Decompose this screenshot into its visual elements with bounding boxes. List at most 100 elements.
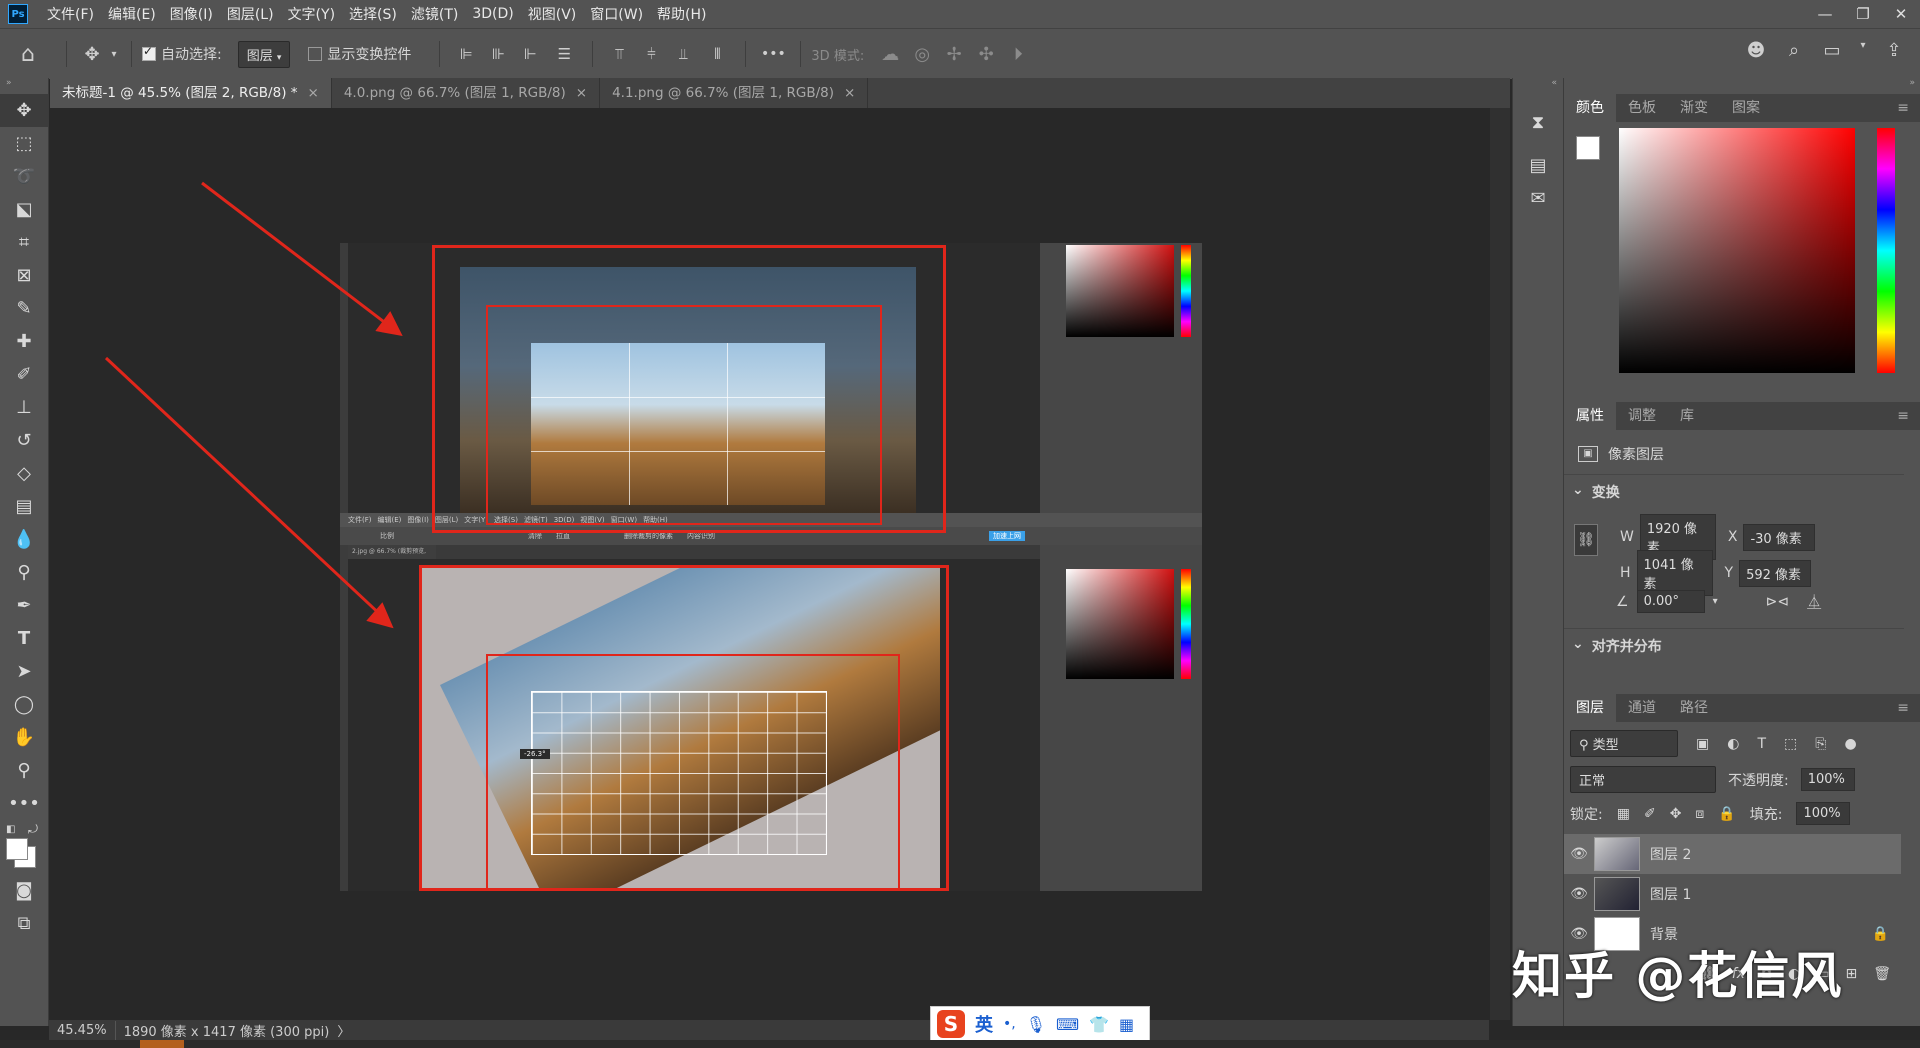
tab-swatches[interactable]: 色板	[1616, 94, 1668, 122]
notes-icon[interactable]: ✉	[1513, 182, 1563, 215]
fill-input[interactable]: 100%	[1796, 802, 1851, 825]
watermark: 知乎 @花信风	[1512, 947, 1844, 1005]
lock-row: 锁定: ▦ ✐ ✥ ⧈ 🔒 填充: 100%	[1570, 802, 1851, 825]
status-bar: 45.45% 1890 像素 x 1417 像素 (300 ppi) 〉	[49, 1020, 1489, 1040]
x-input[interactable]: -30 像素	[1743, 523, 1816, 551]
properties-panel-tabs: 属性 调整 库 ≡	[1564, 402, 1920, 430]
layer-filter-row: ⚲ 类型 ▣ ◐ T ⬚ ⎘ ●	[1570, 730, 1857, 757]
taskbar-edge	[0, 1040, 1920, 1048]
lock-icon: 🔒	[1871, 926, 1889, 942]
sogou-logo-icon[interactable]: S	[937, 1010, 965, 1038]
angle-row: ∠ 0.00° ▾ ⊳⊲ ⏅	[1616, 590, 1821, 613]
layer-kind-row: ▣ 像素图层	[1578, 444, 1664, 464]
filter-pixel-icon[interactable]: ▣	[1696, 736, 1709, 752]
layer-thumbnail	[1594, 837, 1640, 871]
lock-artboard-icon[interactable]: ⧈	[1695, 806, 1704, 822]
tab-color[interactable]: 颜色	[1564, 94, 1616, 122]
tab-paths[interactable]: 路径	[1668, 694, 1720, 722]
new-layer-icon[interactable]: ⊞	[1845, 966, 1857, 982]
layer-row[interactable]: 👁 图层 2	[1564, 834, 1901, 874]
eye-icon[interactable]: 👁	[1564, 846, 1594, 862]
layer-thumbnail	[1594, 877, 1640, 911]
opacity-label: 不透明度:	[1728, 772, 1789, 789]
lock-transparent-icon[interactable]: ▦	[1617, 806, 1630, 822]
divider	[1564, 474, 1904, 475]
arrow-line	[201, 181, 393, 330]
flip-horizontal-icon[interactable]: ⊳⊲	[1766, 594, 1789, 610]
link-icon[interactable]: ⛓	[1574, 524, 1598, 556]
hue-slider[interactable]	[1877, 128, 1895, 373]
keyboard-icon[interactable]: ⌨	[1056, 1015, 1079, 1034]
trash-icon[interactable]: 🗑	[1873, 966, 1891, 982]
opacity-input[interactable]: 100%	[1800, 768, 1855, 791]
lock-all-icon[interactable]: 🔒	[1718, 806, 1735, 822]
pixel-layer-icon: ▣	[1578, 446, 1598, 462]
filter-type-icon[interactable]: T	[1757, 736, 1766, 752]
panel-menu-icon[interactable]: ≡	[1885, 402, 1920, 430]
transform-section-header[interactable]: ⌄ 变换	[1572, 482, 1620, 502]
tab-libraries[interactable]: 库	[1668, 402, 1706, 430]
ime-lang[interactable]: 英	[975, 1011, 993, 1037]
properties-icon[interactable]: ▤	[1513, 149, 1563, 182]
tab-layers[interactable]: 图层	[1564, 694, 1616, 722]
arrow-head	[375, 311, 403, 337]
skin-icon[interactable]: 👕	[1089, 1015, 1109, 1034]
filter-kind-dropdown[interactable]: ⚲ 类型	[1570, 730, 1678, 757]
filter-toggle-icon[interactable]: ●	[1844, 736, 1856, 752]
tab-patterns[interactable]: 图案	[1720, 94, 1772, 122]
color-panel-tabs: 颜色 色板 渐变 图案 ≡	[1564, 94, 1920, 122]
color-panel	[1564, 122, 1920, 402]
flip-vertical-icon[interactable]: ⏅	[1807, 592, 1821, 612]
collapse-icon[interactable]: »	[1564, 78, 1920, 94]
lock-paint-icon[interactable]: ✐	[1644, 806, 1656, 822]
chevron-down-icon: ⌄	[1572, 636, 1584, 652]
align-title: 对齐并分布	[1591, 639, 1662, 655]
right-dock: » 颜色 色板 渐变 图案 ≡ 属性 调整 库 ≡ ▣ 像素图层 ⌄ 变换 ⛓ …	[1563, 78, 1920, 1026]
layers-panel-tabs: 图层 通道 路径 ≡	[1564, 694, 1920, 722]
ime-punct[interactable]: •,	[1003, 1016, 1016, 1032]
filter-shape-icon[interactable]: ⬚	[1784, 736, 1797, 752]
color-field[interactable]	[1619, 128, 1855, 373]
angle-icon: ∠	[1616, 593, 1629, 610]
document-info: 1890 像素 x 1417 像素 (300 ppi)	[114, 1020, 338, 1040]
layer-row[interactable]: 👁 图层 1	[1564, 874, 1901, 914]
ime-toolbar: S 英 •, 🎙 ⌨ 👕 ▦	[930, 1006, 1150, 1042]
search-icon: ⚲	[1579, 738, 1589, 753]
filter-adjustment-icon[interactable]: ◐	[1727, 736, 1739, 752]
panel-icon-strip: « ⧗ ▤ ✉	[1512, 78, 1563, 1026]
chevron-down-icon[interactable]: ▾	[1713, 596, 1718, 607]
align-section-header[interactable]: ⌄ 对齐并分布	[1572, 636, 1662, 656]
layer-name: 图层 2	[1650, 847, 1692, 863]
filter-smart-object-icon[interactable]: ⎘	[1815, 736, 1826, 752]
arrow-line	[104, 356, 386, 620]
layer-name: 图层 1	[1650, 887, 1692, 903]
tab-properties[interactable]: 属性	[1564, 402, 1616, 430]
status-menu-arrow-icon[interactable]: 〉	[337, 1021, 350, 1040]
lock-label: 锁定:	[1570, 806, 1603, 823]
divider	[1564, 628, 1904, 629]
chevron-down-icon: ⌄	[1572, 482, 1584, 498]
toolbox-icon[interactable]: ▦	[1119, 1015, 1134, 1034]
blend-mode-dropdown[interactable]: 正常	[1570, 766, 1716, 793]
microphone-icon[interactable]: 🎙	[1026, 1015, 1046, 1034]
history-icon[interactable]: ⧗	[1513, 106, 1563, 139]
lock-position-icon[interactable]: ✥	[1670, 806, 1682, 822]
eye-icon[interactable]: 👁	[1564, 886, 1594, 902]
properties-panel: ▣ 像素图层 ⌄ 变换 ⛓ W 1920 像素 X -30 像素 H 1041 …	[1564, 430, 1920, 658]
zoom-level[interactable]: 45.45%	[49, 1023, 115, 1038]
fill-label: 填充:	[1749, 806, 1783, 823]
y-label: Y	[1724, 565, 1734, 581]
tab-gradients[interactable]: 渐变	[1668, 94, 1720, 122]
angle-input[interactable]: 0.00°	[1636, 590, 1705, 613]
tab-adjustments[interactable]: 调整	[1616, 402, 1668, 430]
filter-kind-value: 类型	[1592, 738, 1619, 753]
h-label: H	[1620, 565, 1631, 581]
x-label: X	[1727, 529, 1738, 545]
panel-menu-icon[interactable]: ≡	[1885, 94, 1920, 122]
w-label: W	[1620, 529, 1634, 545]
y-input[interactable]: 592 像素	[1739, 559, 1812, 587]
collapse-icon[interactable]: «	[1513, 78, 1563, 94]
panel-menu-icon[interactable]: ≡	[1885, 694, 1920, 722]
tab-channels[interactable]: 通道	[1616, 694, 1668, 722]
foreground-color-swatch[interactable]	[1576, 136, 1600, 160]
